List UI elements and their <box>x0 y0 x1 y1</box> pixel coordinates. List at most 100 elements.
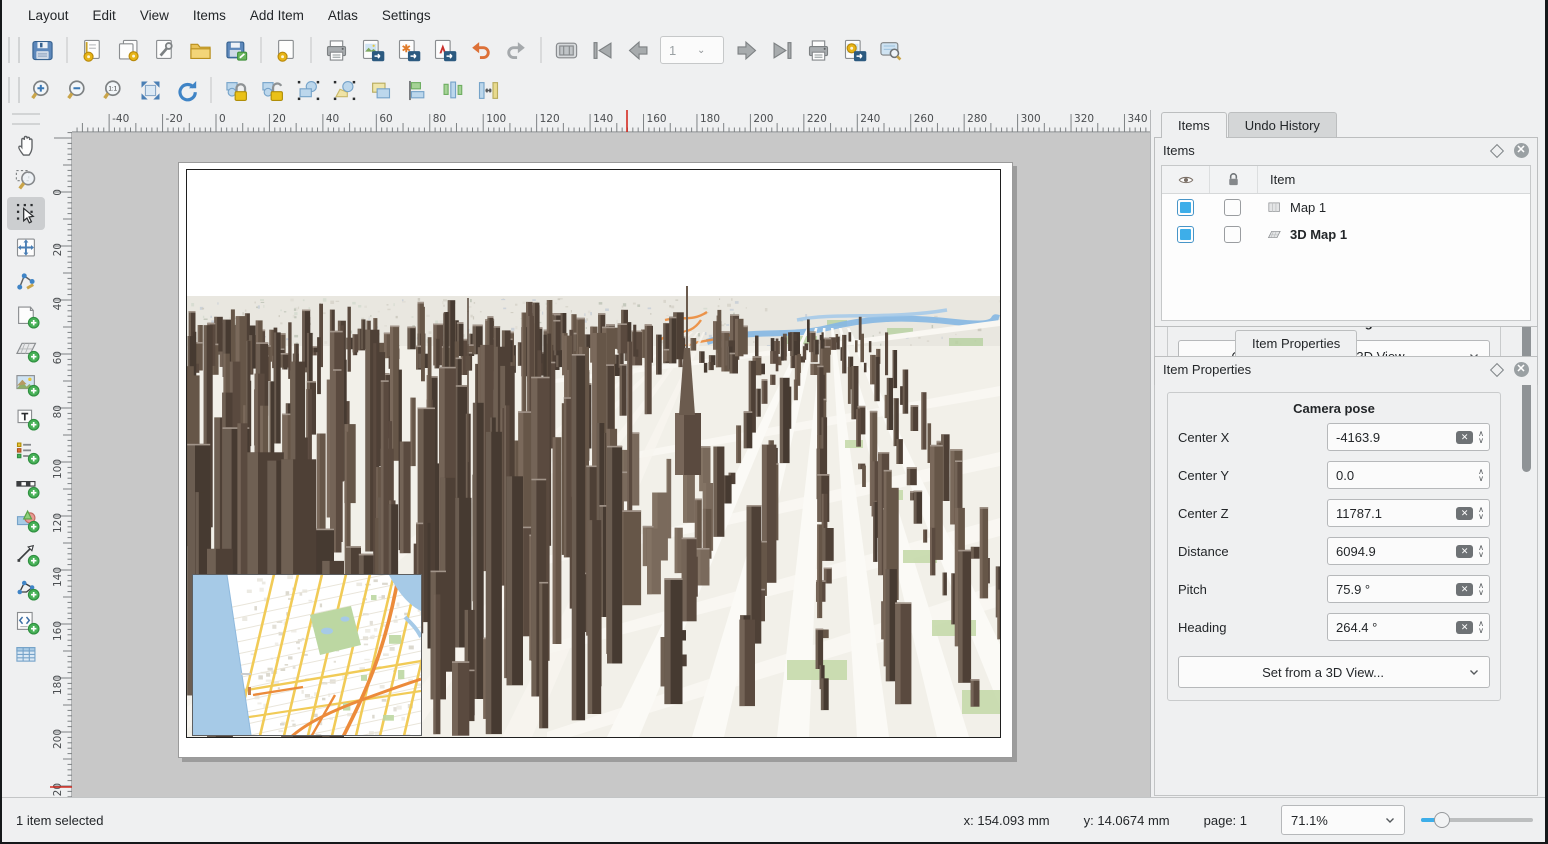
scrollbar-thumb[interactable] <box>1522 309 1531 472</box>
export-svg-button[interactable] <box>392 34 424 66</box>
set-from-view-button[interactable]: Set from a 3D View... <box>1178 656 1490 688</box>
menu-add-item[interactable]: Add Item <box>238 4 316 27</box>
visibility-checkbox[interactable] <box>1162 221 1209 248</box>
zoom-slider[interactable] <box>1421 811 1533 829</box>
group-items-button[interactable] <box>292 74 324 106</box>
clear-field-icon[interactable]: ✕ <box>1456 583 1473 596</box>
zoom-out-button[interactable] <box>62 74 94 106</box>
layout-canvas[interactable] <box>72 132 1150 800</box>
refresh-button[interactable] <box>170 74 202 106</box>
add-3d-map-tool-button[interactable] <box>7 333 45 366</box>
export-atlas-button[interactable] <box>838 34 870 66</box>
distance-input[interactable]: 6094.9✕∧∨ <box>1327 537 1490 565</box>
export-pdf-button[interactable] <box>428 34 460 66</box>
undo-button[interactable] <box>464 34 496 66</box>
close-panel-button[interactable]: ✕ <box>1513 362 1529 378</box>
spinbox-arrows[interactable]: ∧∨ <box>1478 544 1484 558</box>
spinbox-arrows[interactable]: ∧∨ <box>1478 506 1484 520</box>
add-page-button[interactable] <box>270 34 302 66</box>
clear-field-icon[interactable]: ✕ <box>1456 545 1473 558</box>
previous-feature-button[interactable] <box>622 34 654 66</box>
center-y-input[interactable]: 0.0∧∨ <box>1327 461 1490 489</box>
resize-items-button[interactable] <box>472 74 504 106</box>
preview-atlas-button[interactable] <box>550 34 582 66</box>
zoom-full-button[interactable] <box>134 74 166 106</box>
atlas-page-combo[interactable]: 1⌄ <box>660 36 724 64</box>
zoom-actual-button[interactable]: 1:1 <box>98 74 130 106</box>
new-layout-button[interactable] <box>76 34 108 66</box>
tab-item-properties[interactable]: Item Properties <box>1235 330 1357 356</box>
tab-items[interactable]: Items <box>1161 112 1227 138</box>
redo-button[interactable] <box>500 34 532 66</box>
unlock-items-button[interactable] <box>256 74 288 106</box>
map-item[interactable] <box>192 574 422 736</box>
center-x-input[interactable]: -4163.9✕∧∨ <box>1327 423 1490 451</box>
menu-layout[interactable]: Layout <box>16 4 81 27</box>
last-feature-button[interactable] <box>766 34 798 66</box>
toolbar-grip[interactable] <box>8 77 20 103</box>
first-feature-button[interactable] <box>586 34 618 66</box>
print-atlas-button[interactable] <box>802 34 834 66</box>
add-scalebar-tool-button[interactable] <box>7 469 45 502</box>
lock-checkbox[interactable] <box>1209 194 1256 221</box>
zoom-level-combo[interactable]: 71.1% <box>1281 805 1405 835</box>
add-items-from-template-button[interactable] <box>184 34 216 66</box>
raise-items-button[interactable] <box>364 74 396 106</box>
heading-input[interactable]: 264.4 °✕∧∨ <box>1327 613 1490 641</box>
add-table-tool-button[interactable] <box>7 639 45 672</box>
next-feature-button[interactable] <box>730 34 762 66</box>
pan-tool-button[interactable] <box>7 129 45 162</box>
lock-checkbox[interactable] <box>1209 221 1256 248</box>
close-panel-button[interactable]: ✕ <box>1513 143 1529 159</box>
menu-edit[interactable]: Edit <box>81 4 128 27</box>
spinbox-arrows[interactable]: ∧∨ <box>1478 620 1484 634</box>
lock-items-button[interactable] <box>220 74 252 106</box>
spinbox-arrows[interactable]: ∧∨ <box>1478 582 1484 596</box>
visibility-checkbox[interactable] <box>1162 194 1209 221</box>
clear-field-icon[interactable]: ✕ <box>1456 431 1473 444</box>
spinbox-arrows[interactable]: ∧∨ <box>1478 468 1484 482</box>
distribute-items-button[interactable] <box>436 74 468 106</box>
add-shape-tool-button[interactable] <box>7 503 45 536</box>
center-z-input[interactable]: 11787.1✕∧∨ <box>1327 499 1490 527</box>
print-layout-button[interactable] <box>320 34 352 66</box>
zoom-in-button[interactable] <box>26 74 58 106</box>
add-arrow-tool-button[interactable] <box>7 537 45 570</box>
float-panel-button[interactable] <box>1489 362 1505 378</box>
toolbar-grip[interactable] <box>8 37 20 63</box>
menu-atlas[interactable]: Atlas <box>316 4 370 27</box>
atlas-settings-button[interactable] <box>874 34 906 66</box>
item-row[interactable]: 3D Map 1 <box>1162 221 1530 248</box>
add-map-tool-button[interactable] <box>7 299 45 332</box>
select-move-tool-button[interactable] <box>7 197 45 230</box>
items-table-header: Item <box>1162 166 1530 194</box>
add-legend-tool-button[interactable] <box>7 435 45 468</box>
svg-text:100: 100 <box>486 113 506 125</box>
clear-field-icon[interactable]: ✕ <box>1456 621 1473 634</box>
add-label-tool-button[interactable] <box>7 401 45 434</box>
layout-manager-button[interactable] <box>148 34 180 66</box>
save-project-button[interactable] <box>26 34 58 66</box>
item-row[interactable]: Map 1 <box>1162 194 1530 221</box>
add-html-tool-button[interactable] <box>7 605 45 638</box>
pitch-input[interactable]: 75.9 °✕∧∨ <box>1327 575 1490 603</box>
add-picture-tool-button[interactable] <box>7 367 45 400</box>
clear-field-icon[interactable]: ✕ <box>1456 507 1473 520</box>
zoom-tool-tool-button[interactable] <box>7 163 45 196</box>
edit-nodes-tool-button[interactable] <box>7 265 45 298</box>
spinbox-arrows[interactable]: ∧∨ <box>1478 430 1484 444</box>
align-items-button[interactable] <box>400 74 432 106</box>
menu-settings[interactable]: Settings <box>370 4 443 27</box>
move-content-tool-button[interactable] <box>7 231 45 264</box>
menu-items[interactable]: Items <box>181 4 238 27</box>
export-image-button[interactable] <box>356 34 388 66</box>
duplicate-layout-button[interactable] <box>112 34 144 66</box>
float-panel-button[interactable] <box>1489 143 1505 159</box>
menu-view[interactable]: View <box>128 4 181 27</box>
add-node-item-tool-button[interactable] <box>7 571 45 604</box>
slider-handle[interactable] <box>1434 812 1450 828</box>
tab-undo-history[interactable]: Undo History <box>1228 112 1337 138</box>
save-as-template-button[interactable] <box>220 34 252 66</box>
ungroup-items-button[interactable] <box>328 74 360 106</box>
layout-page[interactable] <box>178 162 1013 758</box>
